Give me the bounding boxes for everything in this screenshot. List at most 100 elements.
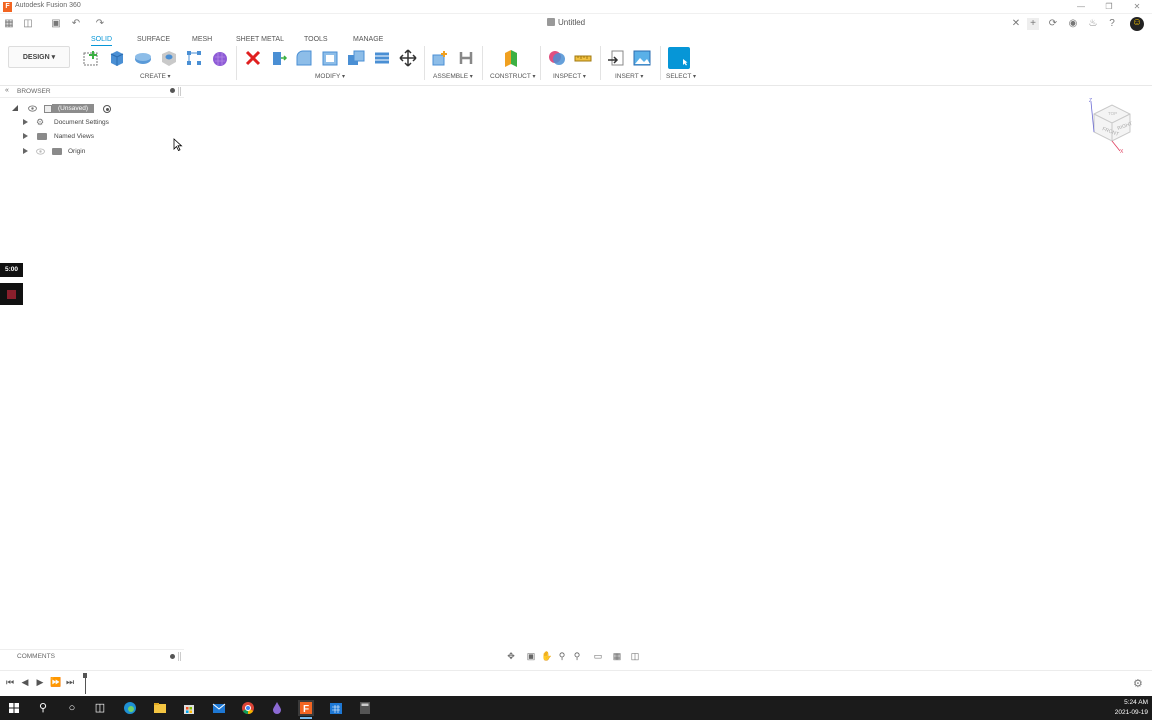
- taskbar-clock[interactable]: 5:24 AM 2021-09-19: [1115, 698, 1148, 718]
- search-icon[interactable]: ⚲: [35, 700, 51, 716]
- insert-group-label[interactable]: INSERT: [615, 73, 643, 80]
- chrome-icon[interactable]: [240, 700, 256, 716]
- close-window-button[interactable]: ✕: [1130, 1, 1144, 13]
- collapse-panel-icon[interactable]: «: [5, 87, 9, 94]
- assemble-group-label[interactable]: ASSEMBLE: [433, 73, 473, 80]
- calculator-icon[interactable]: [357, 700, 373, 716]
- shell-icon[interactable]: [320, 48, 340, 68]
- fillet-icon[interactable]: [294, 48, 314, 68]
- redo-icon[interactable]: ↷: [94, 18, 106, 30]
- step-back-icon[interactable]: ◀: [20, 677, 30, 687]
- expand-arrow-icon[interactable]: [23, 133, 28, 139]
- tab-tools[interactable]: TOOLS: [304, 36, 328, 43]
- fusion-360-taskbar-icon[interactable]: F: [298, 700, 314, 719]
- cortana-icon[interactable]: ○: [64, 700, 80, 716]
- select-group-label[interactable]: SELECT: [666, 73, 696, 80]
- extrude-icon[interactable]: [107, 48, 127, 68]
- orbit-icon[interactable]: ✥: [506, 651, 516, 661]
- timeline-marker[interactable]: [83, 673, 87, 694]
- workspace-switcher[interactable]: DESIGN ▾: [8, 46, 70, 68]
- look-at-icon[interactable]: ▣: [526, 651, 536, 661]
- fusion-logo-icon: F: [3, 2, 12, 12]
- expand-arrow-icon[interactable]: [23, 148, 28, 154]
- step-forward-icon[interactable]: ⏩: [50, 677, 61, 687]
- inspect-group-label[interactable]: INSPECT: [553, 73, 586, 80]
- select-icon[interactable]: [668, 47, 690, 69]
- quick-access-bar: ▦ ◫ ▣ ↶ ↷ Untitled ✕ + ⟳ ◉ ♨ ? ☺: [0, 14, 1152, 34]
- hole-icon[interactable]: [159, 48, 179, 68]
- canvas-image-icon[interactable]: [632, 48, 652, 68]
- undo-icon[interactable]: ↶: [70, 18, 82, 30]
- construct-group-label[interactable]: CONSTRUCT: [490, 73, 536, 80]
- calendar-icon[interactable]: [328, 700, 344, 716]
- file-menu-icon[interactable]: ◫: [22, 18, 34, 30]
- tab-manage[interactable]: MANAGE: [353, 36, 383, 43]
- zoom-icon[interactable]: ⚲: [557, 651, 567, 661]
- job-status-icon[interactable]: ◉: [1067, 18, 1079, 30]
- display-settings-icon[interactable]: ▭: [593, 651, 603, 661]
- close-tab-icon[interactable]: ✕: [1010, 18, 1022, 30]
- paint-drop-icon[interactable]: [269, 700, 285, 716]
- notifications-icon[interactable]: ♨: [1087, 18, 1099, 30]
- task-view-icon[interactable]: ◫: [92, 700, 108, 716]
- extensions-icon[interactable]: ⟳: [1047, 18, 1059, 30]
- modify-group-label[interactable]: MODIFY: [315, 73, 345, 80]
- new-tab-icon[interactable]: +: [1027, 18, 1039, 30]
- windows-start-icon[interactable]: [6, 700, 22, 716]
- restore-button[interactable]: ❐: [1102, 1, 1116, 13]
- save-icon[interactable]: ▣: [50, 18, 62, 30]
- pin-icon[interactable]: [170, 654, 175, 659]
- create-group-label[interactable]: CREATE: [140, 73, 171, 80]
- grid-settings-icon[interactable]: ▦: [612, 651, 622, 661]
- document-tab[interactable]: Untitled: [547, 18, 585, 27]
- file-explorer-icon[interactable]: [152, 700, 168, 716]
- timeline-settings-gear-icon[interactable]: ⚙: [1133, 677, 1143, 690]
- tab-sheet-metal[interactable]: SHEET METAL: [236, 36, 284, 43]
- press-pull-icon[interactable]: [268, 48, 288, 68]
- edge-browser-icon[interactable]: [122, 700, 138, 716]
- pan-hand-icon[interactable]: ✋: [541, 651, 552, 661]
- fit-icon[interactable]: ⚲: [572, 651, 582, 661]
- insert-derive-icon[interactable]: [606, 48, 626, 68]
- tab-mesh[interactable]: MESH: [192, 36, 212, 43]
- browser-root-node[interactable]: (Unsaved): [0, 103, 184, 115]
- combine-icon[interactable]: [346, 48, 366, 68]
- joint-icon[interactable]: [456, 48, 476, 68]
- go-to-end-icon[interactable]: ⏭: [65, 677, 75, 687]
- user-avatar[interactable]: ☺: [1130, 17, 1144, 31]
- move-copy-icon[interactable]: [398, 48, 418, 68]
- go-to-start-icon[interactable]: ⏮: [5, 677, 15, 687]
- viewports-icon[interactable]: ◫: [630, 651, 640, 661]
- expand-arrow-icon[interactable]: [23, 119, 28, 125]
- new-component-icon[interactable]: [430, 48, 450, 68]
- hidden-eye-icon[interactable]: [36, 148, 45, 155]
- interference-icon[interactable]: [547, 48, 567, 68]
- resize-grip[interactable]: [178, 87, 181, 96]
- visibility-eye-icon[interactable]: [28, 105, 37, 112]
- help-icon[interactable]: ?: [1106, 18, 1118, 30]
- activate-radio-icon[interactable]: [103, 105, 111, 113]
- pin-icon[interactable]: [170, 88, 175, 93]
- revolve-icon[interactable]: [133, 48, 153, 68]
- delete-icon[interactable]: [243, 48, 263, 68]
- tab-surface[interactable]: SURFACE: [137, 36, 170, 43]
- tab-solid[interactable]: SOLID: [91, 36, 113, 46]
- create-form-icon[interactable]: [210, 48, 230, 68]
- offset-face-icon[interactable]: [372, 48, 392, 68]
- measure-icon[interactable]: [573, 48, 593, 68]
- resize-grip[interactable]: [178, 652, 181, 661]
- create-sketch-icon[interactable]: [81, 48, 101, 68]
- tree-item-named-views[interactable]: Named Views: [0, 131, 184, 143]
- tree-item-origin[interactable]: Origin: [0, 146, 184, 158]
- stop-recording-button[interactable]: [0, 283, 23, 305]
- viewcube[interactable]: FRONT RIGHT TOP Z X: [1088, 96, 1136, 154]
- expanded-caret-icon[interactable]: [12, 105, 18, 111]
- play-icon[interactable]: ▶: [35, 677, 45, 687]
- tree-item-document-settings[interactable]: ⚙ Document Settings: [0, 117, 184, 129]
- pattern-icon[interactable]: [184, 48, 204, 68]
- offset-plane-icon[interactable]: [501, 48, 521, 68]
- mail-icon[interactable]: [211, 700, 227, 716]
- minimize-button[interactable]: —: [1074, 1, 1088, 13]
- app-grid-icon[interactable]: ▦: [3, 18, 15, 30]
- store-icon[interactable]: [181, 700, 197, 716]
